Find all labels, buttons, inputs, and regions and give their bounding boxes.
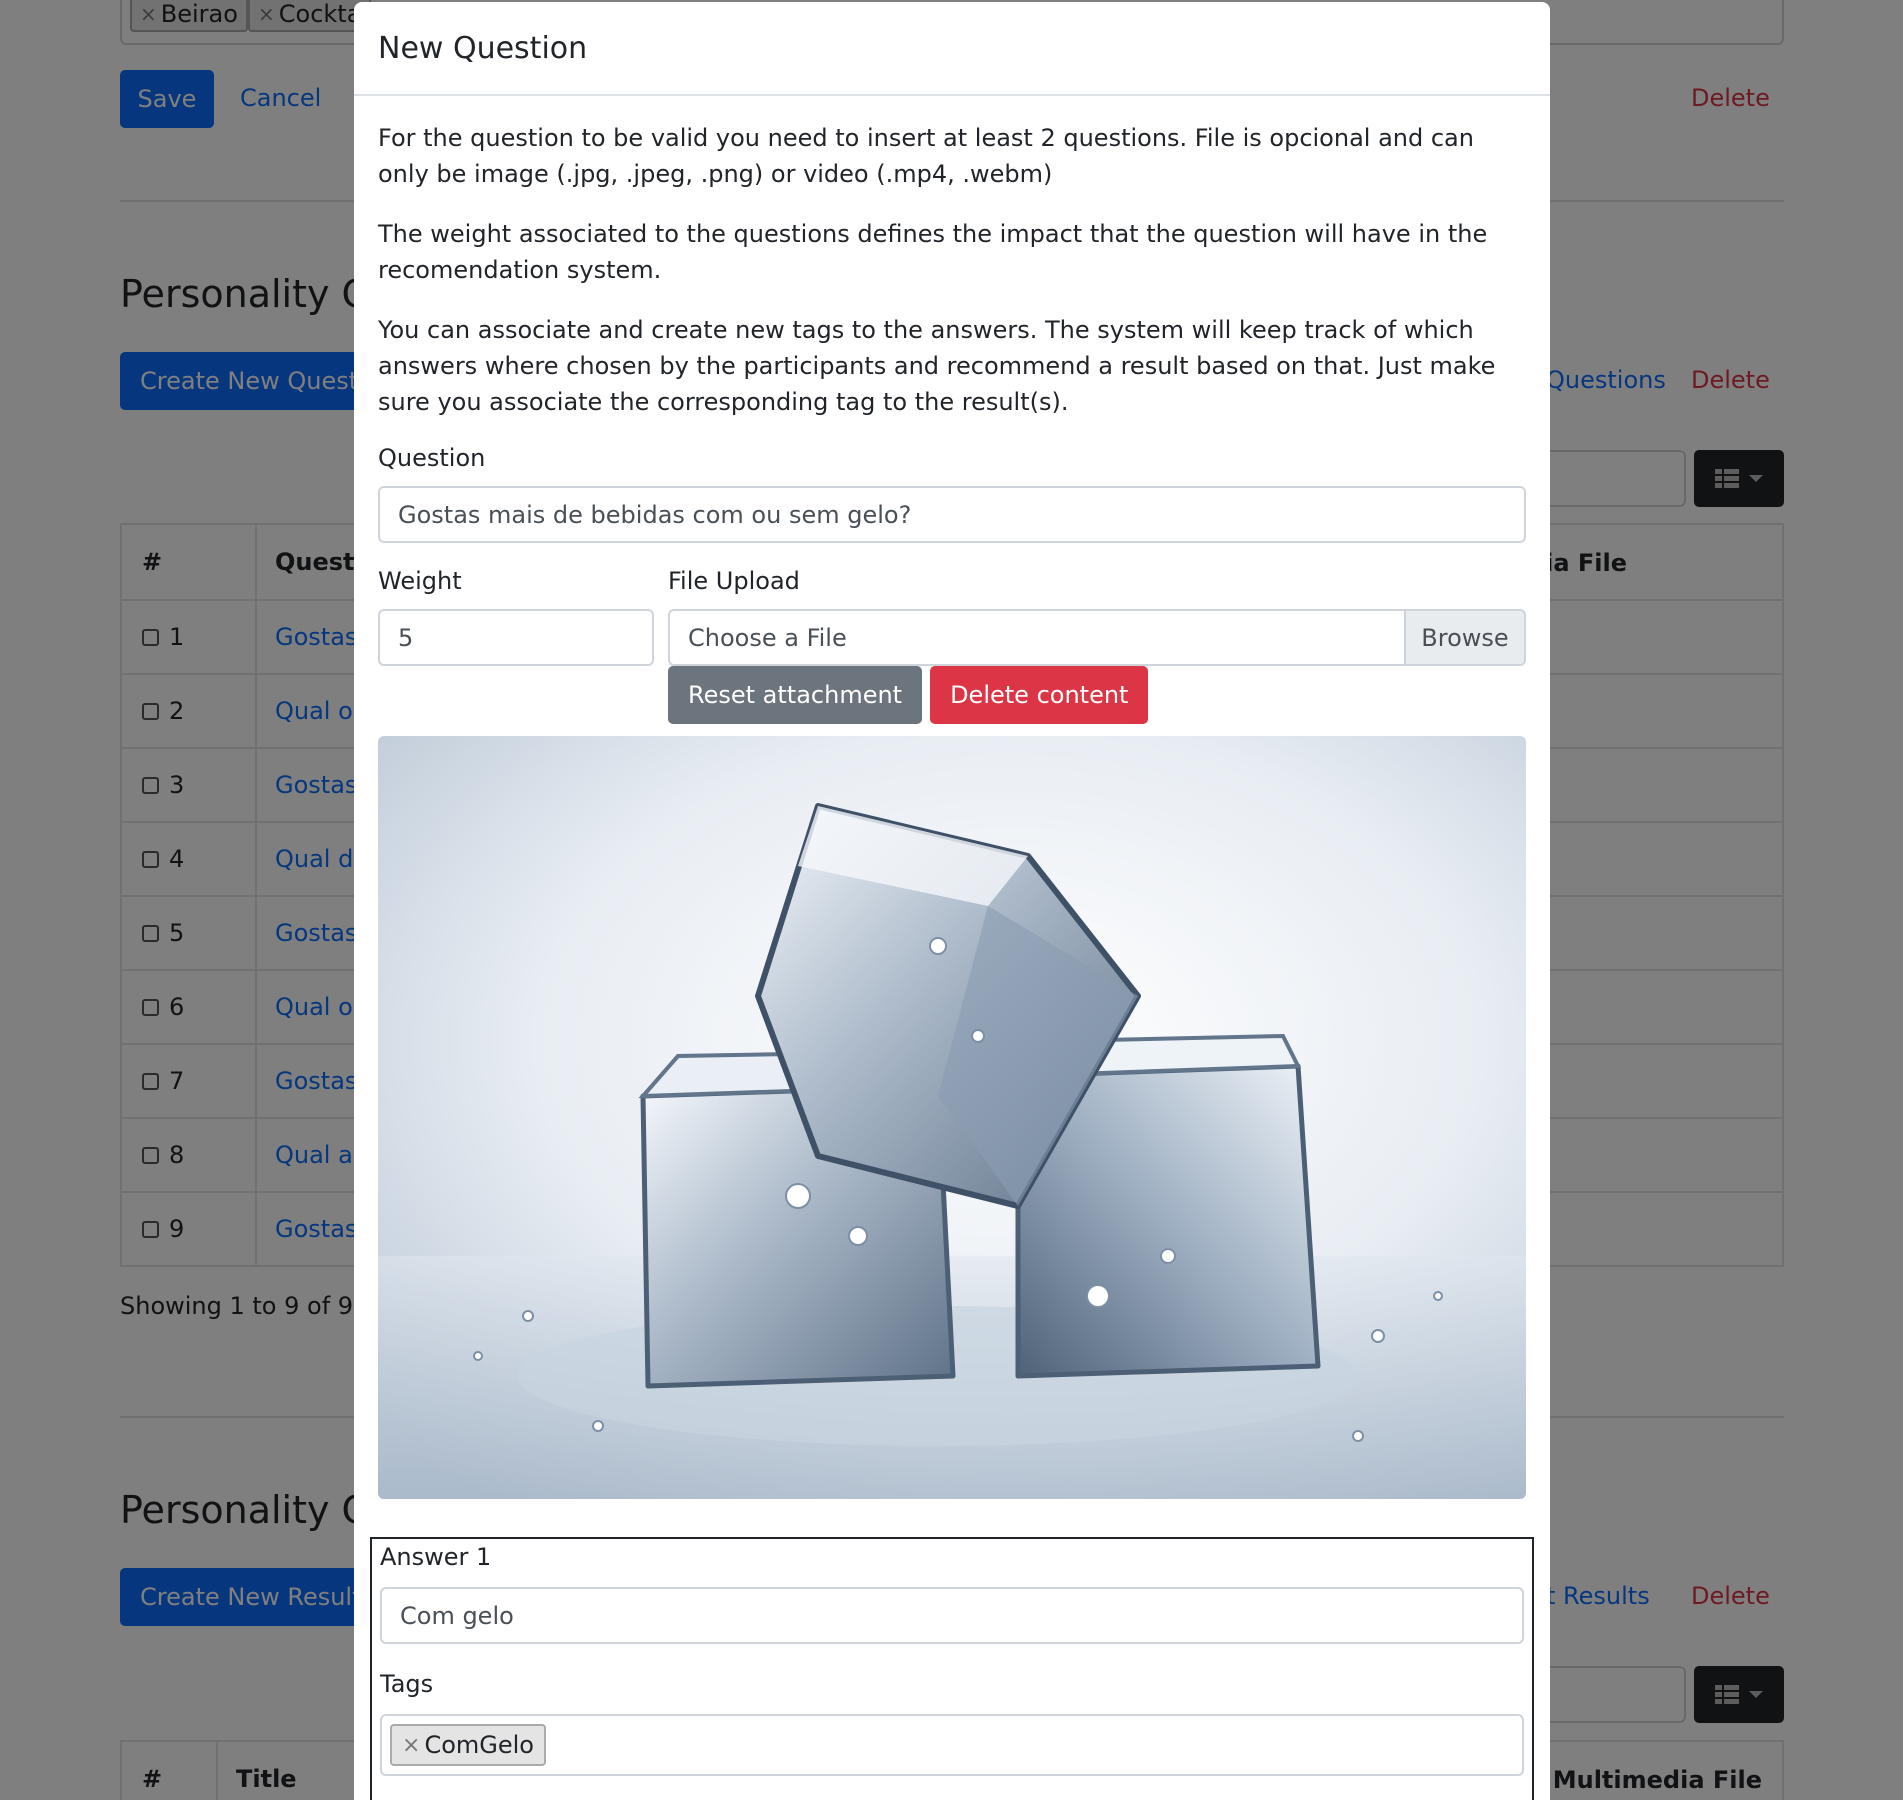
image-preview: [378, 736, 1526, 1499]
answer-label: Answer 1: [380, 1543, 492, 1571]
modal-header: New Question: [354, 2, 1550, 96]
remove-tag-icon[interactable]: ×: [402, 1733, 420, 1758]
modal-body: For the question to be valid you need to…: [354, 96, 1550, 1499]
file-name-display[interactable]: Choose a File: [670, 611, 1404, 664]
delete-content-button[interactable]: Delete content: [930, 666, 1149, 724]
browse-button[interactable]: Browse: [1404, 611, 1524, 664]
answer-input[interactable]: [380, 1587, 1524, 1644]
new-question-modal: New Question For the question to be vali…: [354, 2, 1550, 1800]
answer-card: Answer 1 Tags × ComGelo: [370, 1537, 1534, 1800]
tags-label: Tags: [380, 1670, 434, 1698]
tag-label: ComGelo: [424, 1731, 534, 1759]
modal-title: New Question: [378, 30, 588, 66]
weight-input[interactable]: [378, 609, 654, 666]
question-input[interactable]: [378, 486, 1526, 543]
file-upload-label: File Upload: [668, 567, 800, 595]
tags-input[interactable]: × ComGelo: [380, 1714, 1524, 1776]
info-text: The weight associated to the questions d…: [378, 220, 1488, 284]
info-text: You can associate and create new tags to…: [378, 316, 1496, 416]
question-label: Question: [378, 444, 486, 472]
file-upload-input[interactable]: Choose a File Browse: [668, 609, 1526, 666]
info-text: For the question to be valid you need to…: [378, 124, 1474, 188]
ice-cubes-image: [378, 736, 1526, 1499]
reset-attachment-button[interactable]: Reset attachment: [668, 666, 923, 724]
tag-chip: × ComGelo: [390, 1724, 546, 1766]
weight-label: Weight: [378, 567, 462, 595]
